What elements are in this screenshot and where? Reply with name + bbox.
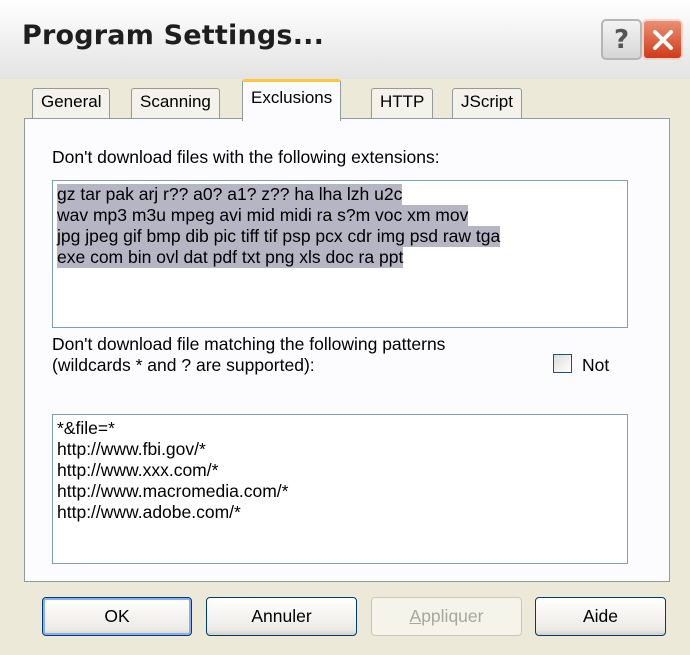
- not-checkbox-label[interactable]: Not: [582, 355, 609, 376]
- window-title: Program Settings...: [22, 20, 325, 51]
- pattern-line: *&file=*: [57, 418, 115, 438]
- close-icon: [652, 29, 673, 50]
- tab-exclusions[interactable]: Exclusions: [242, 79, 342, 121]
- pattern-line: http://www.xxx.com/*: [57, 460, 219, 480]
- tab-http[interactable]: HTTP: [371, 88, 434, 118]
- pattern-line: http://www.fbi.gov/*: [57, 439, 206, 459]
- title-bar[interactable]: Program Settings... ?: [0, 0, 690, 79]
- patterns-label-line2: (wildcards * and ? are supported):: [52, 355, 315, 375]
- pattern-line: http://www.adobe.com/*: [57, 502, 241, 522]
- extensions-label: Don't download files with the following …: [52, 147, 440, 167]
- patterns-textarea[interactable]: *&file=* http://www.fbi.gov/* http://www…: [52, 414, 628, 564]
- pattern-line: http://www.macromedia.com/*: [57, 481, 289, 501]
- extensions-line: gz tar pak arj r?? a0? a1? z?? ha lha lz…: [57, 184, 403, 205]
- apply-button[interactable]: Appliquer: [371, 597, 522, 636]
- extensions-textarea[interactable]: gz tar pak arj r?? a0? a1? z?? ha lha lz…: [52, 180, 628, 328]
- extensions-line: wav mp3 m3u mpeg avi mid midi ra s?m voc…: [57, 205, 469, 226]
- close-button[interactable]: [642, 19, 683, 60]
- question-mark-icon: ?: [613, 24, 630, 55]
- help-button[interactable]: Aide: [535, 597, 666, 636]
- program-settings-dialog: Program Settings... ? General Scanning E…: [0, 0, 690, 655]
- cancel-button[interactable]: Annuler: [206, 597, 357, 636]
- patterns-label-line1: Don't download file matching the followi…: [52, 334, 446, 354]
- ok-button[interactable]: OK: [42, 597, 192, 636]
- extensions-line: jpg jpeg gif bmp dib pic tiff tif psp pc…: [57, 226, 501, 247]
- not-checkbox[interactable]: [553, 354, 572, 373]
- tab-general[interactable]: General: [32, 88, 111, 118]
- tab-scanning[interactable]: Scanning: [131, 88, 220, 118]
- help-title-button[interactable]: ?: [601, 19, 642, 60]
- extensions-line: exe com bin ovl dat pdf txt png xls doc …: [57, 247, 404, 268]
- tab-jscript[interactable]: JScript: [452, 88, 522, 118]
